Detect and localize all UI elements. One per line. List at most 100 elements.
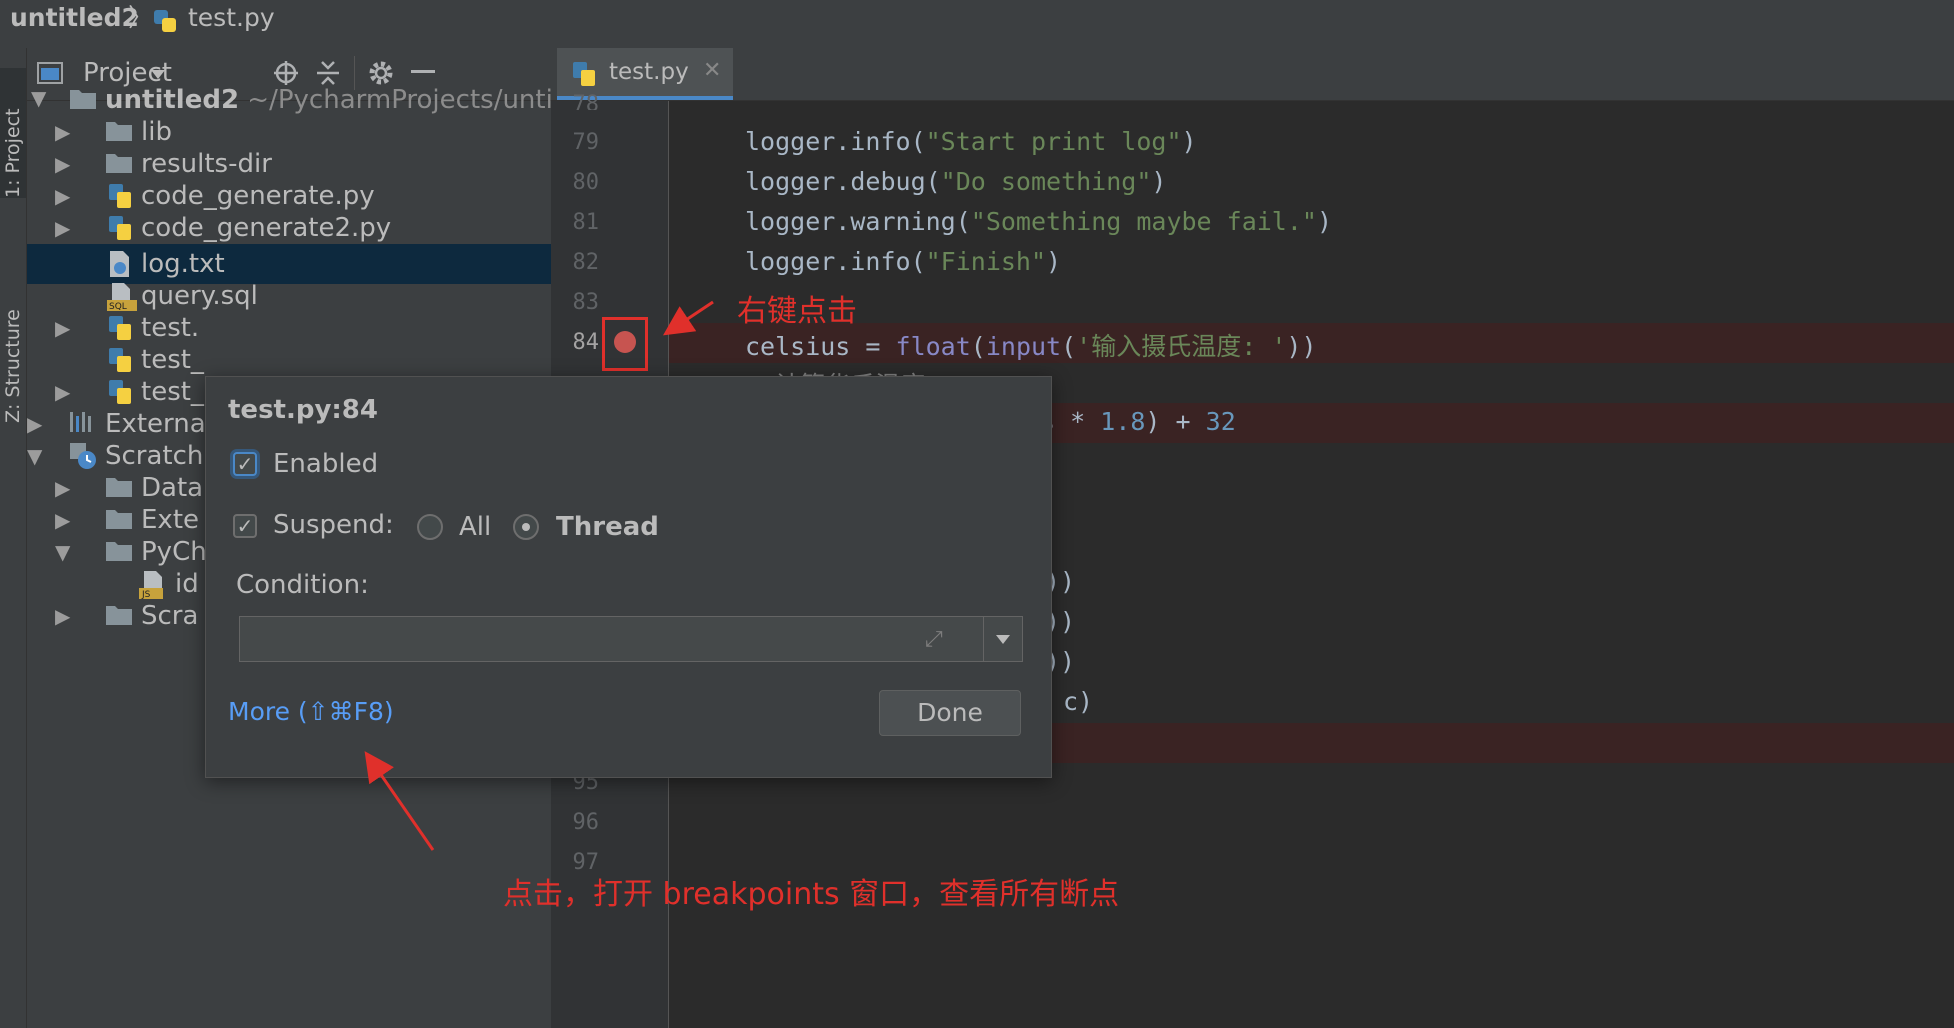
line-number: 80 bbox=[572, 170, 600, 195]
code-token: ) bbox=[1151, 167, 1167, 196]
expand-arrow-icon[interactable]: ▼ bbox=[55, 540, 70, 564]
code-number: 32 bbox=[1205, 407, 1236, 436]
expand-arrow-icon[interactable]: ▶ bbox=[55, 184, 70, 208]
line-number: 83 bbox=[572, 290, 600, 315]
expand-arrow-icon[interactable]: ▼ bbox=[27, 444, 42, 468]
suspend-thread-label[interactable]: Thread bbox=[556, 512, 659, 542]
code-number: 1.8 bbox=[1100, 407, 1146, 436]
code-token: )) bbox=[1286, 332, 1317, 361]
suspend-all-radio[interactable] bbox=[417, 514, 443, 540]
tree-label: Scratch bbox=[105, 441, 204, 471]
expand-arrow-icon[interactable]: ▶ bbox=[27, 412, 42, 436]
code-token: logger.debug( bbox=[745, 167, 941, 196]
folder-icon bbox=[106, 542, 132, 561]
code-string: '输入摄氏温度: ' bbox=[1076, 332, 1287, 361]
expand-arrow-icon[interactable]: ▼ bbox=[31, 86, 46, 110]
enabled-label[interactable]: Enabled bbox=[273, 449, 378, 479]
close-icon[interactable]: ✕ bbox=[703, 58, 721, 83]
tree-label: PyCh bbox=[141, 537, 207, 567]
python-file-icon bbox=[573, 62, 595, 86]
code-token: ) + bbox=[1145, 407, 1206, 436]
code-builtin: input bbox=[985, 332, 1062, 361]
code-token: logger.warning( bbox=[745, 207, 971, 236]
suspend-all-label[interactable]: All bbox=[459, 512, 491, 542]
tree-label: id bbox=[175, 569, 199, 599]
popup-title: test.py:84 bbox=[228, 395, 378, 425]
tree-node[interactable]: ▶ code_generate2.py bbox=[27, 208, 551, 248]
tab-label: test.py bbox=[609, 59, 689, 85]
tree-label: code_generate2.py bbox=[141, 213, 392, 243]
code-token: celsius = bbox=[745, 332, 896, 361]
tree-path-hint: ~/PycharmProjects/untit bbox=[239, 85, 564, 115]
code-line[interactable]: logger.info("Finish") bbox=[745, 247, 1061, 276]
chevron-down-icon[interactable] bbox=[151, 70, 165, 80]
project-tool-tab[interactable]: 1: Project bbox=[0, 68, 26, 198]
folder-icon bbox=[106, 154, 132, 173]
minimize-icon[interactable] bbox=[411, 70, 435, 74]
code-token: logger.info( bbox=[745, 127, 926, 156]
python-file-icon bbox=[109, 348, 131, 372]
suspend-label[interactable]: Suspend: bbox=[273, 510, 394, 540]
code-line[interactable]: logger.info("Start print log") bbox=[745, 127, 1197, 156]
breadcrumb-separator: 〉 bbox=[128, 3, 154, 32]
expand-arrow-icon[interactable]: ▶ bbox=[55, 316, 70, 340]
line-number: 84 bbox=[572, 330, 600, 355]
code-token: ( bbox=[970, 332, 986, 361]
structure-tool-tab[interactable]: Z: Structure bbox=[0, 248, 26, 423]
annotation-right-click: 右键点击 bbox=[737, 294, 857, 329]
expand-arrow-icon[interactable]: ▶ bbox=[55, 508, 70, 532]
expand-arrow-icon[interactable]: ▶ bbox=[55, 604, 70, 628]
code-line[interactable]: c) bbox=[1063, 687, 1093, 716]
tree-label: Scra bbox=[141, 601, 199, 631]
breadcrumb-project[interactable]: untitled2 bbox=[10, 0, 139, 36]
code-line[interactable]: us * 1.8) + 32 bbox=[1025, 407, 1236, 436]
tree-label: query.sql bbox=[141, 281, 258, 311]
code-line[interactable]: logger.warning("Something maybe fail.") bbox=[745, 207, 1332, 236]
line-number: 81 bbox=[572, 210, 600, 235]
left-tool-strip: 1: Project Z: Structure bbox=[0, 48, 27, 1028]
breadcrumb-file[interactable]: test.py bbox=[188, 0, 275, 36]
line-number: 79 bbox=[572, 130, 600, 155]
python-file-icon bbox=[154, 10, 176, 32]
expand-icon[interactable]: ⤢ bbox=[925, 627, 943, 652]
code-string: "Something maybe fail." bbox=[970, 207, 1317, 236]
code-token: ) bbox=[1181, 127, 1197, 156]
tree-label: results-dir bbox=[141, 149, 272, 179]
condition-input[interactable] bbox=[239, 616, 985, 662]
code-line[interactable]: celsius = float(input('输入摄氏温度: ')) bbox=[745, 327, 1317, 363]
text-file-icon bbox=[110, 251, 129, 277]
expand-arrow-icon[interactable]: ▶ bbox=[55, 380, 70, 404]
suspend-checkbox[interactable]: ✓ bbox=[233, 514, 257, 538]
library-icon bbox=[70, 412, 91, 432]
python-file-icon bbox=[109, 216, 131, 240]
python-file-icon bbox=[109, 380, 131, 404]
python-file-icon bbox=[109, 184, 131, 208]
expand-arrow-icon[interactable]: ▶ bbox=[55, 476, 70, 500]
tree-label: code_generate.py bbox=[141, 181, 375, 211]
folder-icon bbox=[106, 122, 132, 141]
code-string: "Do something" bbox=[940, 167, 1152, 196]
navigation-bar: untitled2 〉 test.py bbox=[0, 0, 1954, 49]
tree-label: Data bbox=[141, 473, 204, 503]
tree-label: Exte bbox=[141, 505, 200, 535]
more-breakpoints-link[interactable]: More (⇧⌘F8) bbox=[228, 697, 394, 726]
folder-icon bbox=[70, 90, 96, 109]
scratch-icon bbox=[70, 443, 96, 469]
condition-history-dropdown[interactable] bbox=[983, 616, 1023, 662]
breakpoint-properties-popup: test.py:84 ✓ Enabled ✓ Suspend: All Thre… bbox=[205, 376, 1052, 778]
tree-label: test_ bbox=[141, 377, 204, 407]
expand-arrow-icon[interactable]: ▶ bbox=[55, 216, 70, 240]
enabled-checkbox[interactable]: ✓ bbox=[233, 452, 257, 476]
code-string: "Finish" bbox=[925, 247, 1047, 276]
expand-arrow-icon[interactable]: ▶ bbox=[55, 152, 70, 176]
code-token: ( bbox=[1061, 332, 1077, 361]
suspend-thread-radio[interactable] bbox=[513, 514, 539, 540]
tree-label: untitled2 bbox=[105, 85, 240, 115]
line-number: 96 bbox=[572, 810, 600, 835]
code-line[interactable]: logger.debug("Do something") bbox=[745, 167, 1166, 196]
expand-arrow-icon[interactable]: ▶ bbox=[55, 120, 70, 144]
done-button[interactable]: Done bbox=[879, 690, 1021, 736]
line-number: 78 bbox=[572, 92, 600, 110]
code-token: ) bbox=[1046, 247, 1062, 276]
breakpoint-icon[interactable] bbox=[614, 331, 636, 353]
